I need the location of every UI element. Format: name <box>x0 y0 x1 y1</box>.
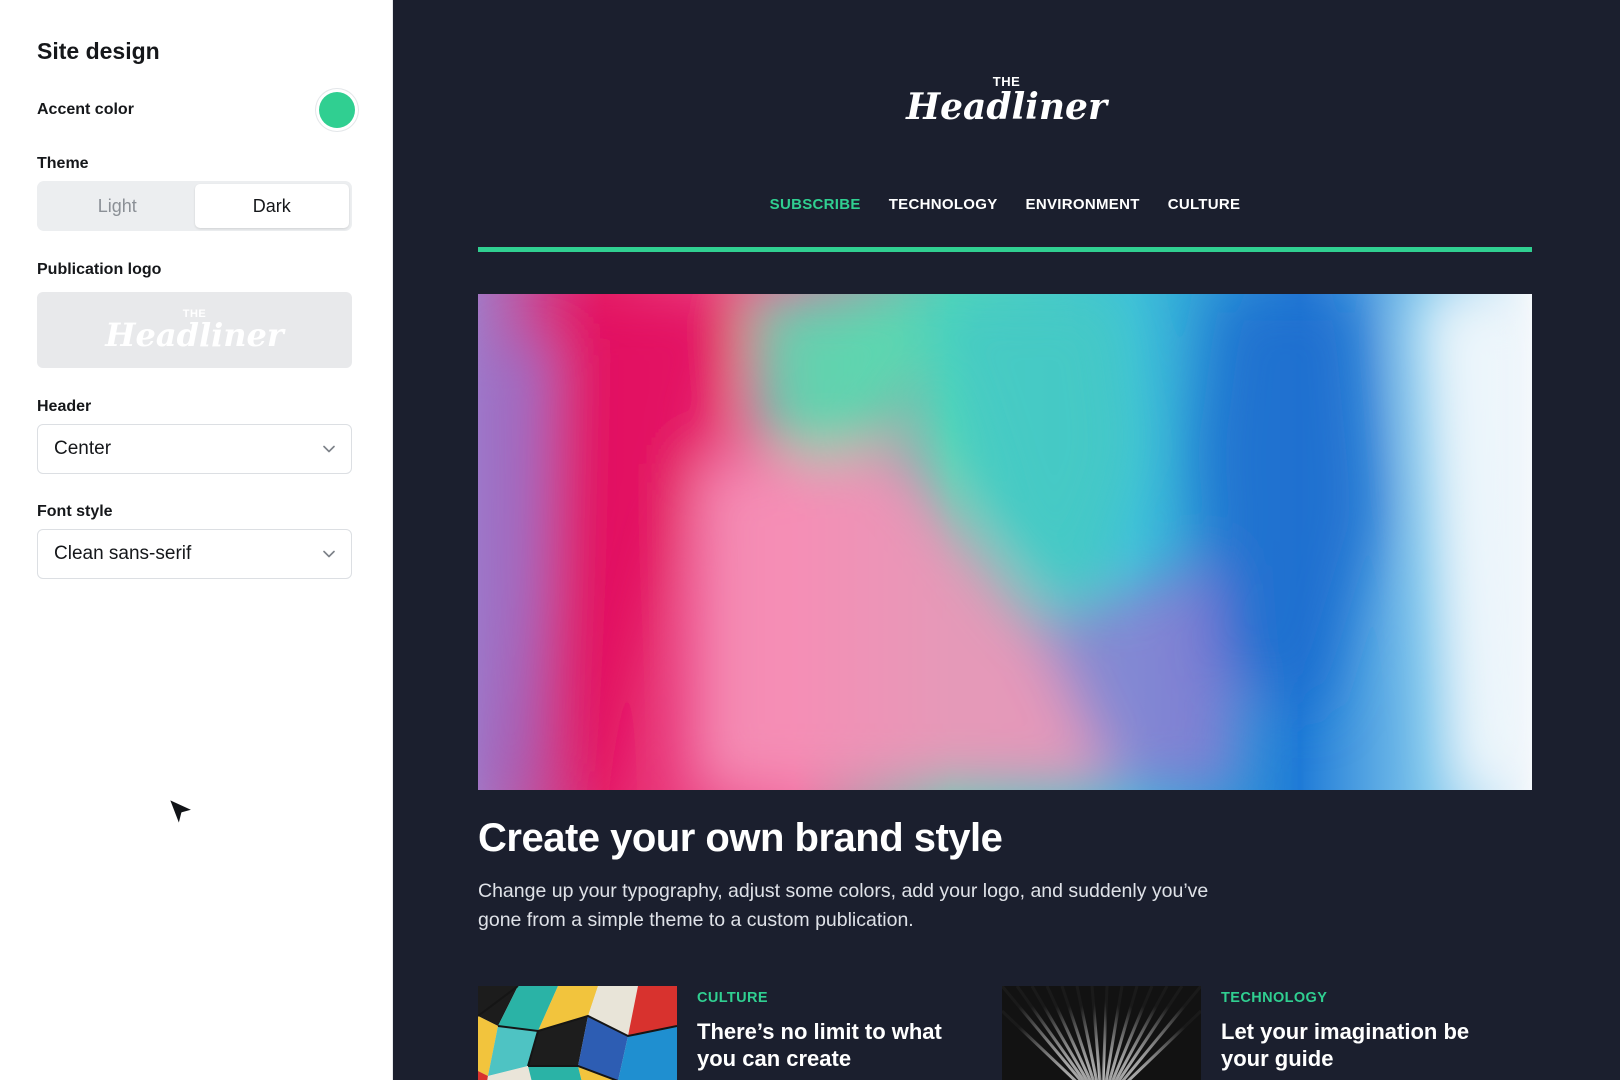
nav-item-technology[interactable]: TECHNOLOGY <box>889 196 998 213</box>
font-style-label: Font style <box>37 503 113 520</box>
header-select[interactable]: Center <box>37 424 352 474</box>
article-excerpt: Change up your typography, adjust some c… <box>478 880 1209 931</box>
publication-logo-preview: THE Headliner <box>105 308 284 354</box>
chevron-down-icon <box>323 550 335 558</box>
design-sidebar: Site design Accent color Theme Light Dar… <box>0 0 393 1080</box>
theme-label: Theme <box>37 155 89 172</box>
sidebar-title: Site design <box>37 38 160 64</box>
card-category[interactable]: CULTURE <box>697 990 768 1006</box>
font-style-select[interactable]: Clean sans-serif <box>37 529 352 579</box>
publication-logo[interactable]: THE Headliner <box>393 75 1620 128</box>
publication-logo-label: Publication logo <box>37 261 162 278</box>
card-thumbnail[interactable] <box>1002 986 1201 1080</box>
theme-option-dark[interactable]: Dark <box>194 184 349 228</box>
accent-color-label: Accent color <box>37 101 134 118</box>
nav-item-culture[interactable]: CULTURE <box>1168 196 1241 213</box>
card-title[interactable]: Let your imagination be your guide <box>1221 1018 1491 1072</box>
card-title[interactable]: There’s no limit to what you can create <box>697 1018 967 1072</box>
theme-option-light[interactable]: Light <box>40 184 195 228</box>
cursor-arrow-icon <box>168 798 194 826</box>
nav-item-subscribe[interactable]: SUBSCRIBE <box>770 196 861 213</box>
header-select-value: Center <box>54 438 112 459</box>
hero-image[interactable] <box>478 294 1532 790</box>
accent-color-swatch[interactable] <box>319 92 355 128</box>
card-category[interactable]: TECHNOLOGY <box>1221 990 1327 1006</box>
article-headline[interactable]: Create your own brand style <box>478 816 1003 861</box>
site-navigation: SUBSCRIBE TECHNOLOGY ENVIRONMENT CULTURE <box>478 196 1532 213</box>
font-style-select-value: Clean sans-serif <box>54 543 192 564</box>
accent-divider <box>478 247 1532 252</box>
chevron-down-icon <box>323 445 335 453</box>
site-preview: THE Headliner SUBSCRIBE TECHNOLOGY ENVIR… <box>393 0 1620 1080</box>
card-thumbnail[interactable] <box>478 986 677 1080</box>
nav-item-environment[interactable]: ENVIRONMENT <box>1026 196 1140 213</box>
header-label: Header <box>37 398 92 415</box>
publication-logo-upload[interactable]: THE Headliner <box>37 292 352 368</box>
theme-toggle: Light Dark <box>37 181 352 231</box>
